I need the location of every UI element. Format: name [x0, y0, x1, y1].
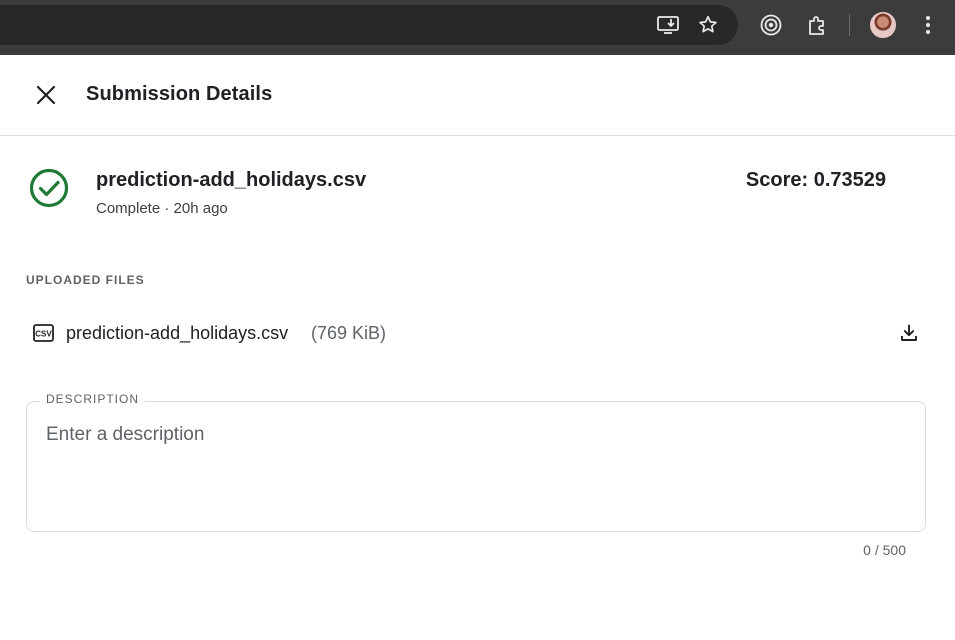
bookmark-star-icon[interactable] — [695, 12, 721, 38]
submission-score: Score: 0.73529 — [745, 169, 886, 191]
description-input[interactable] — [46, 424, 906, 520]
file-size: (769 KiB) — [311, 323, 387, 343]
file-row: CSV prediction-add_holidays.csv (769 KiB… — [26, 316, 926, 352]
download-icon — [901, 324, 917, 341]
more-menu-icon[interactable] — [915, 12, 941, 38]
svg-text:CSV: CSV — [35, 330, 52, 339]
profile-avatar[interactable] — [870, 12, 896, 38]
check-circle-icon — [29, 168, 69, 208]
browser-toolbar — [0, 0, 955, 55]
download-button[interactable] — [898, 322, 920, 344]
uploaded-files-heading: UPLOADED FILES — [26, 273, 145, 287]
submission-status: Complete · 20h ago — [96, 200, 228, 217]
extensions-icon[interactable] — [804, 12, 830, 38]
toolbar-separator — [849, 14, 850, 36]
address-bar[interactable] — [0, 5, 738, 45]
description-label: DESCRIPTION — [40, 392, 146, 406]
media-icon[interactable] — [758, 12, 784, 38]
close-icon — [36, 85, 56, 105]
close-button[interactable] — [32, 81, 60, 109]
character-counter: 0 / 500 — [863, 542, 906, 558]
submission-file-name: prediction-add_holidays.csv — [96, 169, 367, 191]
dialog-title: Submission Details — [86, 83, 273, 105]
csv-file-icon: CSV — [33, 324, 54, 342]
file-name[interactable]: prediction-add_holidays.csv — [66, 323, 288, 344]
install-app-icon[interactable] — [655, 12, 681, 38]
dialog-header: Submission Details — [0, 55, 955, 136]
